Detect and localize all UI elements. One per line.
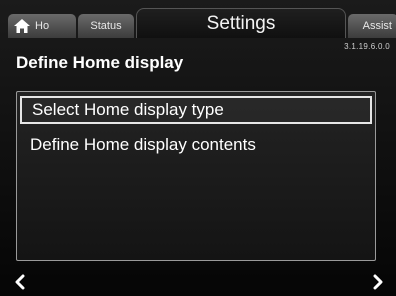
tab-status[interactable]: Status bbox=[78, 14, 134, 38]
tab-settings[interactable]: Settings bbox=[136, 8, 346, 38]
menu-item-label: Select Home display type bbox=[32, 100, 224, 119]
menu-item-select-home-display-type[interactable]: Select Home display type bbox=[20, 96, 372, 124]
menu-panel: Select Home display type Define Home dis… bbox=[16, 91, 376, 261]
tab-home-label: Ho bbox=[35, 20, 50, 32]
tab-assist-label: Assist bbox=[362, 20, 392, 32]
version-number: 3.1.19.6.0.0 bbox=[344, 42, 390, 51]
home-icon bbox=[14, 19, 30, 33]
screen: Ho Status Settings Assist 3.1.19.6.0.0 D… bbox=[0, 0, 396, 296]
chevron-left-icon[interactable] bbox=[12, 274, 28, 290]
tab-home[interactable]: Ho bbox=[8, 14, 76, 38]
tab-assist[interactable]: Assist bbox=[348, 14, 396, 38]
tab-settings-label: Settings bbox=[206, 12, 276, 34]
menu-item-define-home-display-contents[interactable]: Define Home display contents bbox=[17, 130, 375, 160]
menu-item-label: Define Home display contents bbox=[30, 135, 256, 154]
page-title: Define Home display bbox=[16, 53, 184, 72]
tab-status-label: Status bbox=[90, 20, 122, 32]
tab-bar: Ho Status Settings Assist bbox=[8, 8, 396, 38]
chevron-right-icon[interactable] bbox=[370, 274, 386, 290]
